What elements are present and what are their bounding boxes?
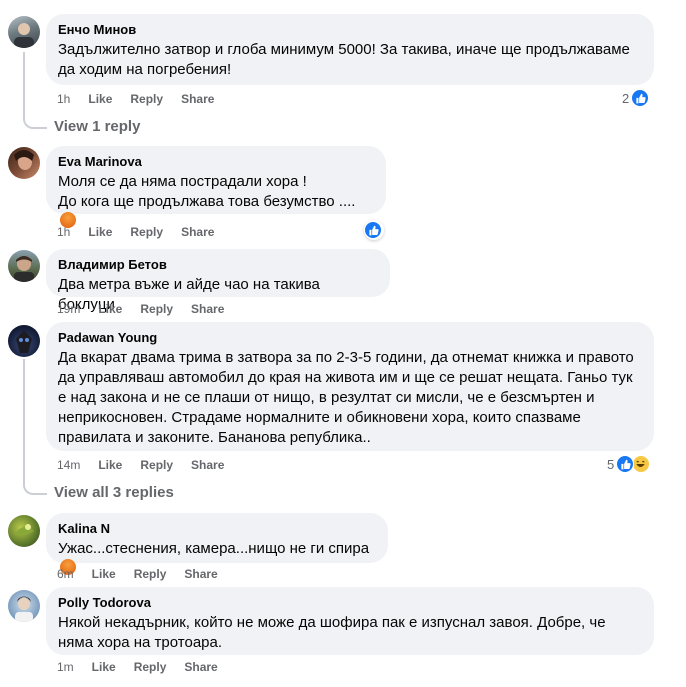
- thread-connector: [23, 52, 47, 129]
- thread-connector: [23, 359, 47, 495]
- share-button[interactable]: Share: [191, 457, 224, 473]
- comment-actions: 19m Like Reply Share: [57, 301, 242, 317]
- comment-bubble: Енчо Минов Задължително затвор и глоба м…: [46, 14, 654, 85]
- comment-text: Да вкарат двама трима в затвора за по 2-…: [58, 349, 634, 446]
- share-button[interactable]: Share: [184, 659, 217, 675]
- like-button[interactable]: Like: [92, 566, 116, 582]
- like-icon: [631, 89, 650, 107]
- comment-text-line: Моля се да няма пострадали хора !: [58, 173, 307, 190]
- like-icon: [616, 455, 635, 473]
- haha-icon: [632, 455, 651, 473]
- avatar[interactable]: [8, 147, 40, 179]
- comment-text: Някой некадърник, който не може да шофир…: [58, 614, 606, 651]
- comment-timestamp[interactable]: 1h: [57, 91, 70, 107]
- like-button[interactable]: Like: [92, 659, 116, 675]
- comment-bubble: Владимир Бетов Два метра въже и айде чао…: [46, 249, 390, 313]
- comment-timestamp[interactable]: 6m: [57, 566, 74, 582]
- avatar[interactable]: [8, 590, 40, 622]
- comment-author[interactable]: Padawan Young: [58, 330, 642, 346]
- reply-button[interactable]: Reply: [134, 566, 167, 582]
- view-replies-link[interactable]: View all 3 replies: [54, 483, 174, 503]
- reply-button[interactable]: Reply: [140, 457, 173, 473]
- comment-author[interactable]: Владимир Бетов: [58, 257, 378, 273]
- avatar[interactable]: [8, 515, 40, 547]
- share-button[interactable]: Share: [184, 566, 217, 582]
- comment-author[interactable]: Енчо Минов: [58, 22, 642, 38]
- reply-button[interactable]: Reply: [134, 659, 167, 675]
- comment-bubble: Kalina N Ужас...стеснения, камера...нищо…: [46, 513, 388, 575]
- reaction-summary[interactable]: [364, 220, 384, 240]
- reaction-summary[interactable]: 2: [618, 88, 651, 108]
- like-button[interactable]: Like: [98, 457, 122, 473]
- comment-actions: 1m Like Reply Share: [57, 659, 236, 675]
- like-button[interactable]: Like: [98, 301, 122, 317]
- comment-text: Моля се да няма пострадали хора ! До ког…: [58, 172, 374, 232]
- comment-timestamp[interactable]: 1m: [57, 659, 74, 675]
- reply-button[interactable]: Reply: [130, 224, 163, 240]
- comment-author[interactable]: Polly Todorova: [58, 595, 642, 611]
- comment-bubble: Polly Todorova Някой некадърник, който н…: [46, 587, 654, 655]
- comment-timestamp[interactable]: 1h: [57, 224, 70, 240]
- comment-author[interactable]: Kalina N: [58, 521, 376, 537]
- reply-button[interactable]: Reply: [140, 301, 173, 317]
- avatar[interactable]: [8, 325, 40, 357]
- comment-actions: 6m Like Reply Share: [57, 566, 236, 582]
- avatar[interactable]: [8, 250, 40, 282]
- comment-author[interactable]: Eva Marinova: [58, 154, 374, 170]
- reply-button[interactable]: Reply: [130, 91, 163, 107]
- comment-bubble: Eva Marinova Моля се да няма пострадали …: [46, 146, 386, 228]
- share-button[interactable]: Share: [191, 301, 224, 317]
- reaction-count: 2: [622, 90, 630, 106]
- like-button[interactable]: Like: [88, 91, 112, 107]
- like-icon: [364, 221, 382, 239]
- view-replies-link[interactable]: View 1 reply: [54, 117, 140, 137]
- share-button[interactable]: Share: [181, 224, 214, 240]
- comment-actions: 14m Like Reply Share: [57, 457, 242, 473]
- comment-actions: 1h Like Reply Share: [57, 224, 232, 240]
- reaction-count: 5: [607, 456, 615, 472]
- like-button[interactable]: Like: [88, 224, 112, 240]
- comment-bubble: Padawan Young Да вкарат двама трима в за…: [46, 322, 654, 451]
- comment-actions: 1h Like Reply Share: [57, 91, 232, 107]
- comment-text: Задължително затвор и глоба минимум 5000…: [58, 41, 630, 78]
- comment-text-fragment: Ужас...стеснения, камера...нищо не ги сп…: [58, 540, 370, 557]
- share-button[interactable]: Share: [181, 91, 214, 107]
- reaction-summary[interactable]: 5: [603, 454, 652, 474]
- comment-timestamp[interactable]: 14m: [57, 457, 80, 473]
- comment-timestamp[interactable]: 19m: [57, 301, 80, 317]
- comment-text-fragment: До кога ще продължава това безумство ...…: [58, 193, 356, 210]
- avatar[interactable]: [8, 16, 40, 48]
